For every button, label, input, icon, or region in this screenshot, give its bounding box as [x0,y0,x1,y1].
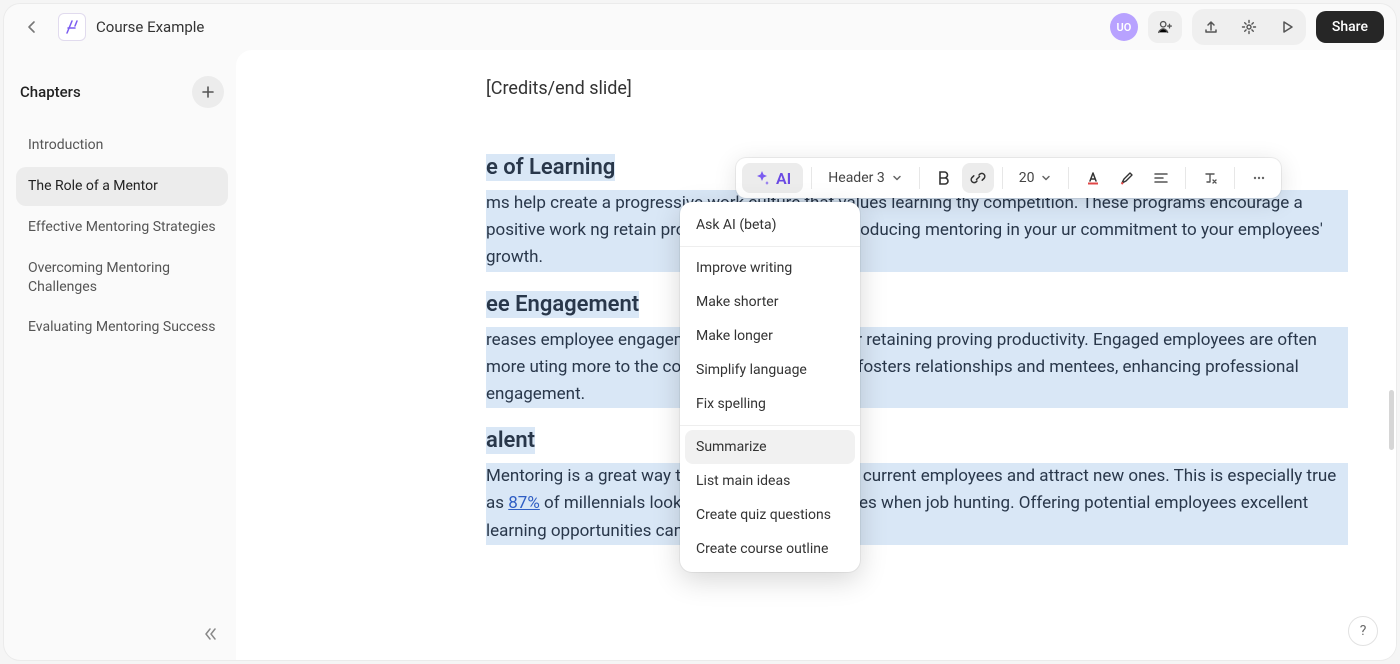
play-icon [1279,19,1295,35]
ai-dropdown: Ask AI (beta) Improve writing Make short… [680,202,860,572]
chapter-item[interactable]: Evaluating Mentoring Success [16,308,228,347]
content-inner: [Credits/end slide] e of Learning ms hel… [486,78,1348,545]
top-bar-right: UO Share [1110,9,1384,45]
section-paragraph-wrap: ms help create a progressive work cultur… [486,190,1348,272]
editor-area: [Credits/end slide] e of Learning ms hel… [236,50,1396,660]
top-bar-left: Course Example [16,11,204,43]
ai-menu-item[interactable]: Simplify language [680,353,860,387]
app-window: Course Example UO Share [4,4,1396,660]
section-heading[interactable]: alent [486,427,535,454]
user-avatar[interactable]: UO [1110,13,1138,41]
top-bar: Course Example UO Share [4,4,1396,50]
section-heading[interactable]: ee Engagement [486,291,639,318]
document-title[interactable]: Course Example [96,18,204,36]
link-icon [970,170,986,186]
credits-label[interactable]: [Credits/end slide] [486,78,1348,99]
toolbar-separator [919,167,920,189]
body: Chapters Introduction The Role of a Ment… [4,50,1396,660]
ai-menu-item[interactable]: Create course outline [680,532,860,566]
toolbar-separator [1234,167,1235,189]
section-heading-wrap: alent [486,428,1348,453]
preview-button[interactable] [1270,11,1304,43]
settings-button[interactable] [1232,11,1266,43]
add-chapter-button[interactable] [192,76,224,108]
paragraph-text: of millennials look for learning opportu… [486,493,1308,540]
scrollbar-thumb[interactable] [1389,390,1394,450]
clear-format-button[interactable] [1194,163,1226,193]
highlighter-icon [1119,170,1135,186]
bold-button[interactable] [928,163,960,193]
text-document-icon [64,19,80,35]
chevrons-left-icon [202,626,218,642]
percentage-link[interactable]: 87% [508,493,540,513]
section-heading[interactable]: e of Learning [486,154,615,181]
ellipsis-icon [1251,170,1267,186]
clear-format-icon [1202,170,1218,186]
collapse-sidebar-button[interactable] [196,620,224,648]
chevron-down-icon [891,172,903,184]
plus-icon [200,84,216,100]
chapter-list: Introduction The Role of a Mentor Effect… [16,126,228,347]
align-button[interactable] [1145,163,1177,193]
section-paragraph-wrap: reases employee engagement, which is cru… [486,327,1348,409]
chapter-item[interactable]: Introduction [16,126,228,165]
align-left-icon [1153,170,1169,186]
link-button[interactable] [962,163,994,193]
font-size-label: 20 [1019,170,1035,186]
heading-select[interactable]: Header 3 [820,163,910,193]
toolbar-separator [811,167,812,189]
chapter-item[interactable]: The Role of a Mentor [16,167,228,206]
upload-icon [1203,19,1219,35]
section-paragraph[interactable]: Mentoring is a great way to share knowle… [486,466,1336,540]
toolbar-separator [1185,167,1186,189]
text-color-icon [1085,170,1101,186]
ai-menu-item[interactable]: Improve writing [680,251,860,285]
highlight-button[interactable] [1111,163,1143,193]
heading-select-label: Header 3 [828,170,884,186]
sparkle-icon [754,170,770,186]
dropdown-separator [680,246,860,247]
back-button[interactable] [16,11,48,43]
ai-button-label: AI [776,169,791,188]
ai-menu-item[interactable]: Create quiz questions [680,498,860,532]
sidebar-header: Chapters [16,62,228,126]
ai-menu-item[interactable]: Make longer [680,319,860,353]
ai-menu-ask[interactable]: Ask AI (beta) [680,208,860,242]
chevron-left-icon [24,19,40,35]
toolbar-separator [1068,167,1069,189]
section-heading-wrap: ee Engagement [486,292,1348,317]
gear-icon [1241,19,1257,35]
dropdown-separator [680,425,860,426]
ai-menu-item[interactable]: Fix spelling [680,387,860,421]
more-button[interactable] [1243,163,1275,193]
sidebar: Chapters Introduction The Role of a Ment… [4,50,236,660]
ai-button[interactable]: AI [742,163,803,193]
user-plus-icon [1156,18,1174,36]
text-color-button[interactable] [1077,163,1109,193]
share-button[interactable]: Share [1316,11,1384,43]
section-paragraph[interactable]: reases employee engagement, which is cru… [486,330,1317,404]
toolbar-separator [1002,167,1003,189]
toolbar-icon-group [1192,9,1306,45]
sidebar-title: Chapters [20,83,81,101]
section-paragraph-wrap: Mentoring is a great way to share knowle… [486,463,1348,545]
ai-menu-item[interactable]: Summarize [685,430,855,464]
chevron-down-icon [1040,172,1052,184]
document-type-icon [58,13,86,41]
help-button[interactable]: ? [1348,616,1378,646]
export-button[interactable] [1194,11,1228,43]
invite-user-button[interactable] [1148,11,1182,43]
font-size-select[interactable]: 20 [1011,163,1061,193]
bold-icon [936,170,952,186]
chapter-item[interactable]: Overcoming Mentoring Challenges [16,249,228,307]
ai-menu-item[interactable]: List main ideas [680,464,860,498]
chapter-item[interactable]: Effective Mentoring Strategies [16,208,228,247]
section-paragraph[interactable]: ms help create a progressive work cultur… [486,193,1323,267]
ai-menu-item[interactable]: Make shorter [680,285,860,319]
text-toolbar: AI Header 3 20 [736,158,1281,198]
